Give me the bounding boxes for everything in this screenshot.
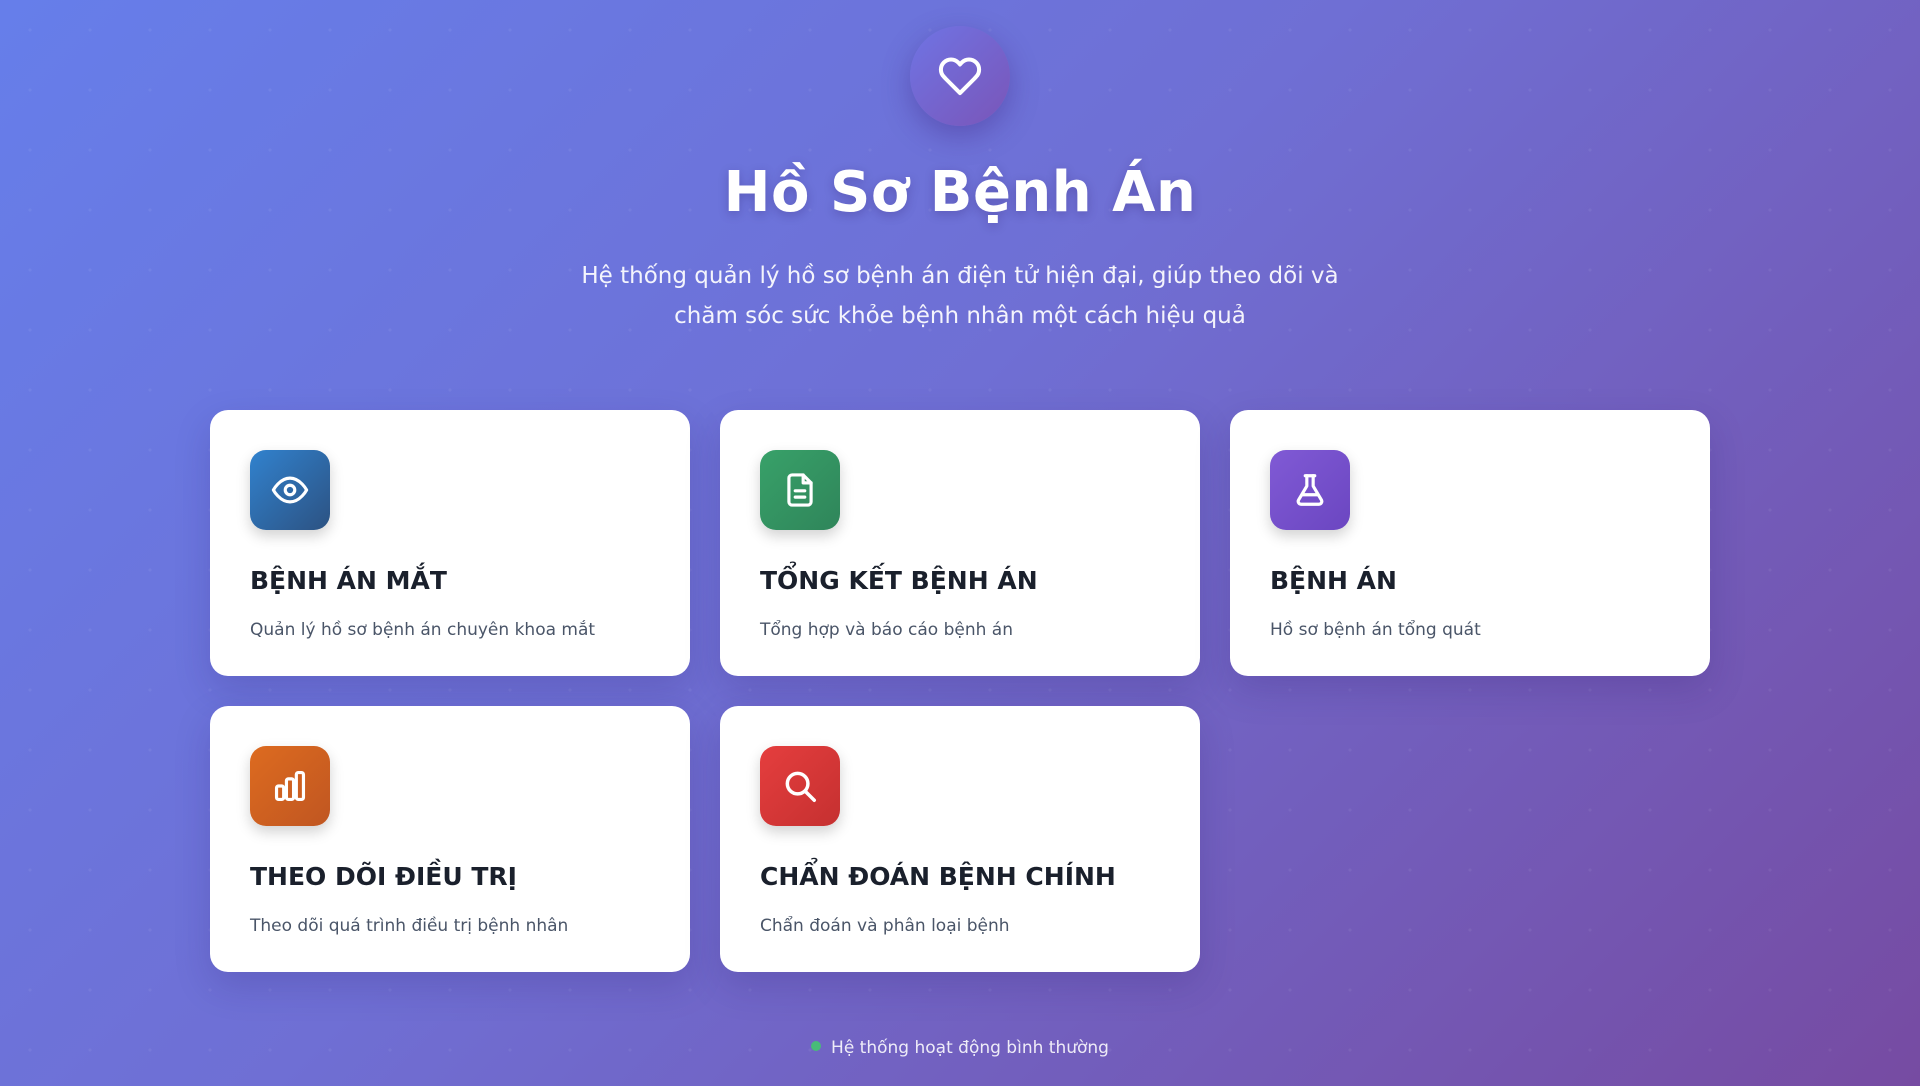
card-benh-an-mat[interactable]: BỆNH ÁN MẮT Quản lý hồ sơ bệnh án chuyên… bbox=[210, 410, 690, 676]
card-icon-box bbox=[1270, 450, 1350, 530]
search-icon bbox=[785, 771, 816, 802]
eye-icon bbox=[271, 476, 309, 504]
card-icon-box bbox=[760, 450, 840, 530]
status-text: Hệ thống hoạt động bình thường bbox=[831, 1038, 1109, 1058]
card-title: BỆNH ÁN MẮT bbox=[250, 566, 447, 595]
card-description: Theo dõi quá trình điều trị bệnh nhân bbox=[250, 916, 569, 936]
card-description: Quản lý hồ sơ bệnh án chuyên khoa mắt bbox=[250, 620, 596, 640]
subtitle-line: Hệ thống quản lý hồ sơ bệnh án điện tử h… bbox=[581, 263, 1339, 289]
page-title: Hồ Sơ Bệnh Án bbox=[723, 160, 1197, 225]
heart-icon bbox=[938, 57, 982, 96]
card-title: BỆNH ÁN bbox=[1270, 566, 1397, 595]
card-tong-ket-benh-an[interactable]: TỔNG KẾT BỆNH ÁN Tổng hợp và báo cáo bện… bbox=[720, 410, 1200, 676]
card-icon-box bbox=[250, 746, 330, 826]
card-benh-an[interactable]: BỆNH ÁN Hồ sơ bệnh án tổng quát bbox=[1230, 410, 1710, 676]
flask-icon bbox=[1296, 474, 1324, 506]
card-icon-box bbox=[760, 746, 840, 826]
card-title: THEO DÕI ĐIỀU TRỊ bbox=[250, 862, 517, 891]
card-title: CHẨN ĐOÁN BỆNH CHÍNH bbox=[760, 862, 1116, 891]
document-icon bbox=[787, 473, 813, 507]
card-description: Chẩn đoán và phân loại bệnh bbox=[760, 916, 1010, 936]
card-description: Hồ sơ bệnh án tổng quát bbox=[1270, 620, 1481, 640]
card-theo-doi-dieu-tri[interactable]: THEO DÕI ĐIỀU TRỊ Theo dõi quá trình điề… bbox=[210, 706, 690, 972]
logo bbox=[910, 26, 1010, 126]
system-status: Hệ thống hoạt động bình thường bbox=[0, 1038, 1920, 1058]
page-subtitle: Hệ thống quản lý hồ sơ bệnh án điện tử h… bbox=[560, 256, 1360, 336]
card-icon-box bbox=[250, 450, 330, 530]
card-title: TỔNG KẾT BỆNH ÁN bbox=[760, 566, 1038, 595]
card-description: Tổng hợp và báo cáo bệnh án bbox=[760, 620, 1013, 640]
card-chan-doan-benh-chinh[interactable]: CHẨN ĐOÁN BỆNH CHÍNH Chẩn đoán và phân l… bbox=[720, 706, 1200, 972]
status-dot bbox=[811, 1041, 822, 1051]
bar-chart-icon bbox=[274, 770, 306, 802]
subtitle-line: chăm sóc sức khỏe bệnh nhân một cách hiệ… bbox=[674, 303, 1246, 329]
